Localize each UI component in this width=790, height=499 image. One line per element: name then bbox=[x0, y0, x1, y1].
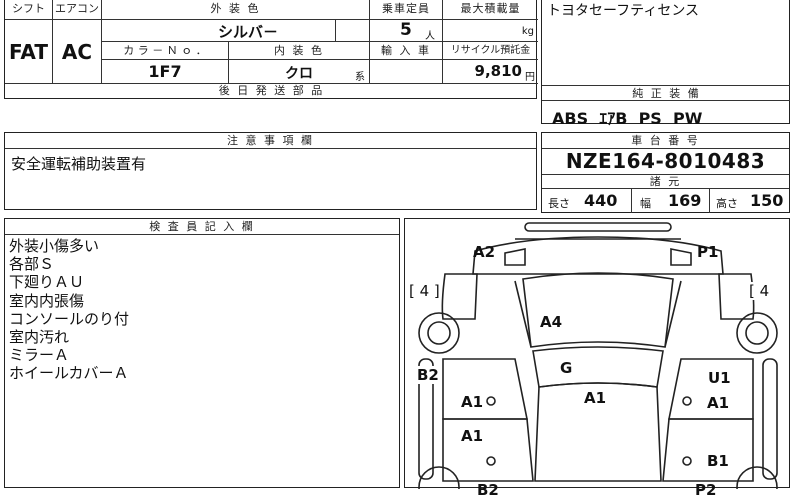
color-no-header: カ ラ － Ｎ ｏ ． bbox=[102, 42, 229, 60]
exterior-color-value-cell: シルバ－ bbox=[102, 20, 336, 42]
mark-center: A1 bbox=[584, 389, 607, 407]
mark-left-door1: A1 bbox=[461, 393, 484, 411]
capacity-value-cell: 5 人 bbox=[370, 20, 443, 42]
length-cell: 長さ 440 bbox=[542, 189, 632, 213]
chassis-header: 車 台 番 号 bbox=[542, 133, 789, 149]
caution-header: 注 意 事 項 欄 bbox=[5, 133, 536, 149]
caution-text: 安全運転補助装置有 bbox=[11, 155, 147, 173]
mark-front-right: P1 bbox=[697, 243, 719, 261]
color-no-value: 1F7 bbox=[102, 60, 229, 84]
mark-right-door2: B1 bbox=[707, 452, 729, 470]
recycle-value-cell: 9,810 円 bbox=[443, 60, 538, 84]
import-value-cell bbox=[370, 60, 443, 84]
chassis-box: 車 台 番 号 NZE164-8010483 諸 元 長さ 440 幅 169 … bbox=[541, 132, 790, 213]
mark-left-rocker: B2 bbox=[417, 366, 439, 384]
inspector-line: 各部Ｓ bbox=[9, 255, 55, 274]
genuine-equipment-items: ABS ｴｱB PS PW bbox=[552, 109, 703, 128]
mark-bottom-left: B2 bbox=[477, 481, 499, 499]
car-outline-diagram bbox=[418, 222, 778, 489]
capacity-header: 乗車定員 bbox=[370, 0, 443, 20]
inspector-line: 室内汚れ bbox=[9, 328, 70, 347]
genuine-equipment-header: 純 正 装 備 bbox=[542, 85, 790, 101]
max-load-value-cell: kg bbox=[443, 20, 538, 42]
mark-windshield: G bbox=[560, 359, 573, 377]
mark-right-door1: A1 bbox=[707, 394, 730, 412]
mark-tire-right: [ 4 bbox=[749, 282, 770, 300]
inspector-line: 外装小傷多い bbox=[9, 237, 100, 255]
car-diagram-box: A2 P1 [ 4 ] [ 4 A4 G B2 U1 A1 A1 A1 A1 B… bbox=[404, 218, 790, 499]
inspector-line: ホイールカバーＡ bbox=[9, 364, 129, 383]
mark-right-top: U1 bbox=[708, 369, 731, 387]
inspector-lines: 外装小傷多い 各部Ｓ 下廻りＡＵ 室内内張傷 コンソールのり付 室内汚れ ミラー… bbox=[9, 237, 129, 383]
interior-color-cell: クロ 系 bbox=[229, 60, 370, 84]
interior-color-value: クロ bbox=[285, 66, 313, 82]
max-load-unit: kg bbox=[521, 26, 534, 37]
mark-tire-left: [ 4 ] bbox=[409, 282, 440, 300]
import-header: 輸 入 車 bbox=[370, 42, 443, 60]
exterior-color-extra-cell bbox=[336, 20, 370, 42]
recycle-amount: 9,810 bbox=[474, 62, 522, 80]
mark-roof: A4 bbox=[540, 313, 563, 331]
inspector-header: 検 査 員 記 入 欄 bbox=[5, 219, 399, 235]
length-label: 長さ bbox=[548, 197, 570, 210]
chassis-number: NZE164-8010483 bbox=[565, 149, 766, 173]
shift-value: FAT bbox=[5, 20, 53, 84]
aircon-value: AC bbox=[53, 20, 102, 84]
inspector-box: 検 査 員 記 入 欄 外装小傷多い 各部Ｓ 下廻りＡＵ 室内内張傷 コンソール… bbox=[4, 218, 400, 488]
capacity-value: 5 bbox=[400, 20, 412, 40]
exterior-color-header: 外 装 色 bbox=[102, 0, 370, 20]
height-cell: 高さ 150 bbox=[710, 189, 789, 213]
later-parts-header: 後 日 発 送 部 品 bbox=[218, 84, 325, 97]
exterior-color-value: シルバ－ bbox=[218, 23, 279, 41]
width-value: 169 bbox=[668, 191, 702, 210]
specs-header: 諸 元 bbox=[542, 174, 789, 189]
interior-color-suffix: 系 bbox=[355, 72, 365, 83]
shift-header: シフト bbox=[5, 0, 53, 20]
height-value: 150 bbox=[750, 191, 784, 210]
recycle-header: リサイクル預託金 bbox=[443, 42, 538, 60]
inspector-line: コンソールのり付 bbox=[9, 309, 130, 328]
vehicle-info-table: シフト エアコン 外 装 色 乗車定員 最大積載量 FAT AC シルバ－ 5 … bbox=[4, 0, 538, 99]
recycle-unit: 円 bbox=[525, 72, 535, 83]
inspector-line: ミラーＡ bbox=[9, 346, 70, 365]
inspector-line: 室内内張傷 bbox=[9, 291, 85, 310]
caution-box: 注 意 事 項 欄 安全運転補助装置有 bbox=[4, 132, 537, 210]
notes-text: トヨタセーフティセンス bbox=[547, 3, 700, 19]
length-value: 440 bbox=[584, 191, 618, 210]
interior-color-header: 内 装 色 bbox=[229, 42, 370, 60]
height-label: 高さ bbox=[716, 197, 738, 210]
aircon-header: エアコン bbox=[53, 0, 102, 20]
mark-bottom-right: P2 bbox=[695, 481, 717, 499]
width-label: 幅 bbox=[640, 197, 651, 210]
notes-box: トヨタセーフティセンス 純 正 装 備 ABS ｴｱB PS PW bbox=[541, 0, 790, 128]
max-load-header: 最大積載量 bbox=[443, 0, 538, 20]
capacity-unit: 人 bbox=[425, 31, 435, 42]
inspector-line: 下廻りＡＵ bbox=[9, 273, 85, 292]
width-cell: 幅 169 bbox=[632, 189, 710, 213]
mark-left-door2: A1 bbox=[461, 427, 484, 445]
mark-front-left: A2 bbox=[473, 243, 496, 261]
